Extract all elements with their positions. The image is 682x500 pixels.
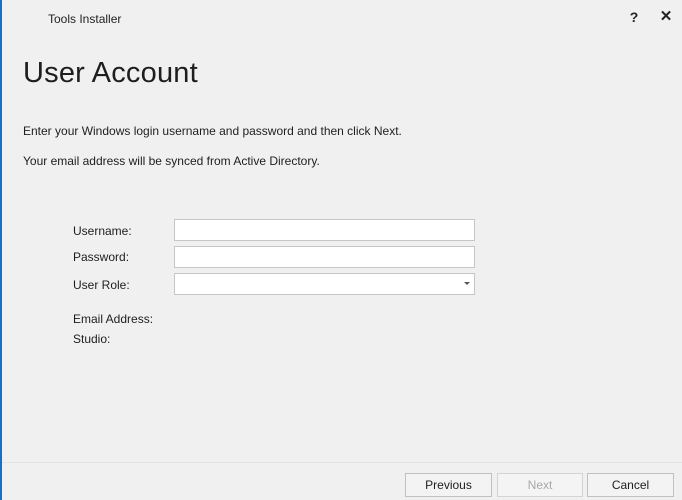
user-role-label: User Role: — [73, 278, 130, 292]
username-field[interactable] — [174, 219, 475, 241]
previous-button[interactable]: Previous — [405, 473, 492, 497]
email-sync-note: Your email address will be synced from A… — [23, 154, 320, 168]
password-label: Password: — [73, 250, 130, 264]
cancel-button[interactable]: Cancel — [587, 473, 674, 497]
help-button[interactable]: ? — [622, 6, 646, 28]
studio-label: Studio: — [73, 332, 111, 346]
instruction-text: Enter your Windows login username and pa… — [23, 124, 402, 138]
user-role-dropdown[interactable] — [174, 273, 475, 295]
username-label: Username: — [73, 224, 132, 238]
title-bar: Tools Installer ? ✕ — [2, 0, 682, 36]
installer-window: Tools Installer ? ✕ User Account Enter y… — [0, 0, 682, 500]
footer-bar: Previous Next Cancel — [2, 462, 682, 500]
email-address-label: Email Address: — [73, 312, 154, 326]
window-title: Tools Installer — [48, 12, 122, 26]
close-button[interactable]: ✕ — [654, 6, 678, 28]
next-button[interactable]: Next — [497, 473, 583, 497]
password-field[interactable] — [174, 246, 475, 268]
dropdown-arrow-icon — [464, 282, 470, 285]
page-title: User Account — [23, 57, 198, 89]
